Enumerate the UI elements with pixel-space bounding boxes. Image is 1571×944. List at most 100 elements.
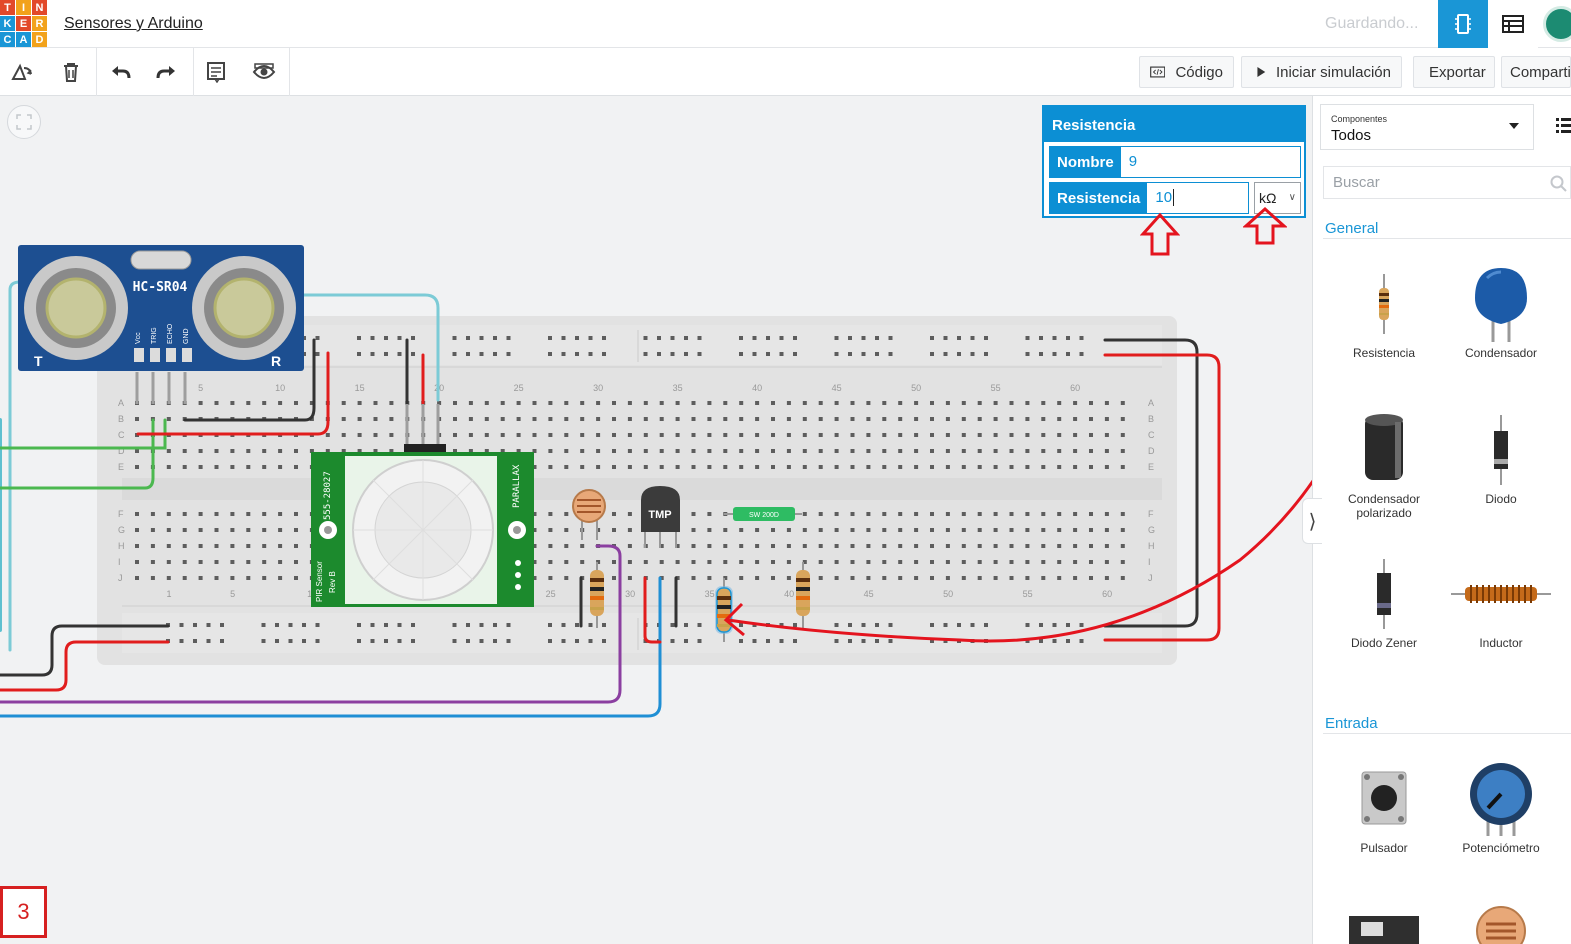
svg-text:60: 60 [1102,589,1112,599]
components-filter-select[interactable]: Componentes Todos [1320,104,1534,150]
pir-name-1: PIR Sensor [315,561,324,602]
search-input[interactable] [1324,167,1524,198]
component-slide-switch[interactable] [1329,900,1439,944]
component-list-button[interactable] [1488,0,1538,48]
svg-text:45: 45 [832,383,842,393]
logo-tile: K [0,16,15,31]
component-diode[interactable]: Diodo [1446,408,1556,506]
logo-tile: A [16,32,31,47]
share-button[interactable]: Compartir [1501,56,1571,88]
component-polarized-capacitor[interactable]: Condensador polarizado [1329,408,1439,520]
svg-text:5: 5 [230,589,235,599]
tilt-switch[interactable]: SW 200D [724,507,802,521]
export-button[interactable]: Exportar [1413,56,1495,88]
logo-tile: C [0,32,15,47]
component-pushbutton[interactable]: Pulsador [1329,757,1439,855]
photoresistor-icon [1446,900,1556,944]
svg-text:30: 30 [625,589,635,599]
component-name: Inductor [1479,636,1523,650]
pir-brand: PARALLAX [512,464,522,508]
resistance-field-row: Resistencia 10 [1049,182,1249,214]
name-field[interactable]: 9 [1121,147,1300,177]
svg-text:10: 10 [275,383,285,393]
section-input-title: Entrada [1325,715,1378,732]
svg-text:I: I [118,557,121,567]
resistor-icon [1329,262,1439,346]
logo-tile: R [32,16,47,31]
resistance-label: Resistencia [1050,183,1148,213]
code-button[interactable]: Código [1139,56,1234,88]
zener-diode-icon [1329,552,1439,636]
visibility-icon[interactable] [250,58,278,86]
component-zener-diode[interactable]: Diodo Zener [1329,552,1439,650]
component-photoresistor[interactable] [1446,900,1556,944]
svg-text:B: B [1148,414,1154,424]
user-avatar[interactable] [1543,6,1571,42]
resistor-selected[interactable] [715,578,733,642]
svg-text:E: E [1148,462,1154,472]
svg-text:F: F [118,509,124,519]
component-name: Resistencia [1352,346,1416,360]
table-icon [1502,15,1524,33]
start-simulation-button[interactable]: Iniciar simulación [1241,56,1402,88]
start-simulation-label: Iniciar simulación [1275,63,1391,81]
share-label: Compartir [1510,63,1571,81]
svg-text:30: 30 [593,383,603,393]
circuit-view-button[interactable] [1438,0,1488,48]
svg-text:25: 25 [514,383,524,393]
chevron-down-icon: ∨ [1288,192,1296,203]
component-potentiometer[interactable]: Potenciómetro [1446,757,1556,855]
tinkercad-app: TINKERCAD Sensores y Arduino Guardando..… [0,0,1571,944]
svg-text:50: 50 [943,589,953,599]
resistance-field[interactable]: 10 [1147,183,1248,213]
rotate-icon[interactable] [8,58,36,86]
component-resistor[interactable]: Resistencia [1329,262,1439,360]
pir-name-2: Rev B [328,571,337,593]
component-inductor[interactable]: Inductor [1446,552,1556,650]
fit-view-button[interactable] [7,105,41,139]
svg-text:40: 40 [752,383,762,393]
fit-view-icon [16,114,32,130]
pushbutton-icon [1329,757,1439,841]
component-name: Condensador polarizado [1347,492,1421,520]
notes-icon[interactable] [202,58,230,86]
redo-icon[interactable] [153,58,181,86]
circuit-drawing[interactable]: 5101520253035404550556015101520253035404… [0,96,1312,944]
svg-text:55: 55 [1023,589,1033,599]
undo-icon[interactable] [106,58,134,86]
code-icon [1150,66,1166,78]
tilt-switch-label: SW 200D [749,512,779,519]
circuit-icon [1455,14,1471,34]
svg-text:50: 50 [911,383,921,393]
search-icon[interactable] [1550,175,1568,193]
svg-text:5: 5 [198,383,203,393]
svg-text:D: D [1148,446,1155,456]
collapse-panel-button[interactable]: ⟩ [1302,498,1322,544]
svg-text:G: G [118,525,125,535]
list-view-icon[interactable] [1552,114,1571,136]
project-title[interactable]: Sensores y Arduino [64,15,203,33]
logo-tile: T [0,0,15,15]
svg-text:H: H [1148,541,1155,551]
ultrasonic-t-label: T [34,353,43,369]
svg-text:TRIG: TRIG [151,327,158,344]
ultrasonic-r-label: R [271,353,281,369]
svg-text:E: E [118,462,124,472]
trash-icon[interactable] [57,58,85,86]
circuit-canvas[interactable]: 5101520253035404550556015101520253035404… [0,96,1312,944]
resistor-inspector: Resistencia Nombre 9 Resistencia 10 kΩ ∨ [1042,105,1306,218]
toolbar-divider [193,48,194,96]
component-name: Potenciómetro [1462,841,1540,855]
components-value: Todos [1331,127,1372,144]
component-name: Condensador [1464,346,1538,360]
annotation-up-arrow-value [1140,212,1180,256]
top-bar: TIN KER CAD Sensores y Arduino Guardando..… [0,0,1571,48]
svg-text:25: 25 [546,589,556,599]
svg-text:B: B [118,414,124,424]
tinkercad-logo[interactable]: TIN KER CAD [0,0,47,47]
component-name: Diodo [1485,492,1517,506]
component-capacitor[interactable]: Condensador [1446,262,1556,360]
code-button-label: Código [1175,63,1223,81]
section-divider [1323,733,1571,734]
slide-switch-icon [1329,900,1439,944]
